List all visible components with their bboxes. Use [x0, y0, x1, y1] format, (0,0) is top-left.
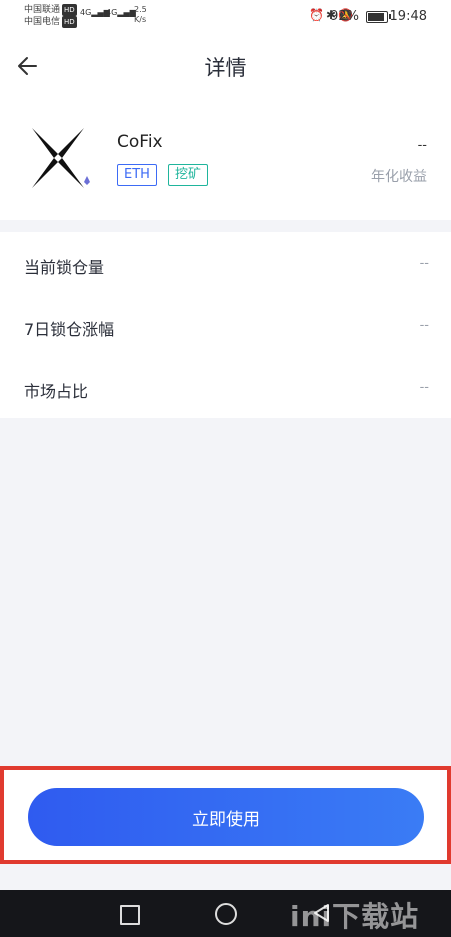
page-title: 详情 — [204, 56, 247, 80]
watermark-text: ini下载站 — [290, 900, 420, 933]
carrier-info: 中国联通 HD 中国电信 HD — [24, 4, 77, 28]
stat-value: -- — [419, 256, 429, 271]
carrier-2: 中国电信 — [24, 17, 61, 27]
status-bar: 中国联通 HD 中国电信 HD 4G▂▄▆ 4G▂▄▆ 2.5 K/s ⏰✱🔕 92… — [0, 0, 451, 34]
tag-mining: 挖矿 — [168, 164, 209, 186]
action-highlight-box: 立即使用 — [0, 766, 451, 864]
page-header: 详情 — [0, 34, 451, 98]
annual-yield-value: -- — [417, 138, 427, 153]
stat-value: -- — [419, 380, 429, 395]
stat-label: 7日锁仓涨幅 — [24, 320, 115, 339]
cofix-x-icon — [32, 128, 90, 188]
hd-badge: HD — [62, 16, 77, 28]
tag-eth: ETH — [117, 164, 157, 186]
list-item: 7日锁仓涨幅 -- — [0, 294, 451, 356]
list-item: 市场占比 -- — [0, 356, 451, 418]
list-item: 当前锁仓量 -- — [0, 232, 451, 294]
product-card: CoFix ETH 挖矿 -- 年化收益 — [0, 98, 451, 220]
clock: 19:48 — [389, 9, 427, 24]
hd-badge: HD — [62, 4, 77, 16]
stat-value: -- — [419, 318, 429, 333]
home-icon[interactable] — [215, 903, 237, 925]
network-speed: 2.5 K/s — [134, 5, 147, 24]
signal-icon: 4G▂▄▆ — [106, 8, 136, 17]
recent-apps-icon[interactable] — [120, 905, 140, 925]
cofix-logo — [22, 124, 95, 194]
stat-label: 当前锁仓量 — [24, 258, 105, 277]
use-now-button[interactable]: 立即使用 — [28, 788, 424, 846]
annual-yield-label: 年化收益 — [371, 169, 427, 185]
product-name: CoFix — [117, 132, 163, 152]
stats-list: 当前锁仓量 -- 7日锁仓涨幅 -- 市场占比 -- — [0, 232, 451, 418]
carrier-1: 中国联通 — [24, 5, 61, 15]
battery-icon — [366, 11, 391, 23]
stat-label: 市场占比 — [24, 382, 89, 401]
battery-percent: 92% — [330, 9, 359, 24]
